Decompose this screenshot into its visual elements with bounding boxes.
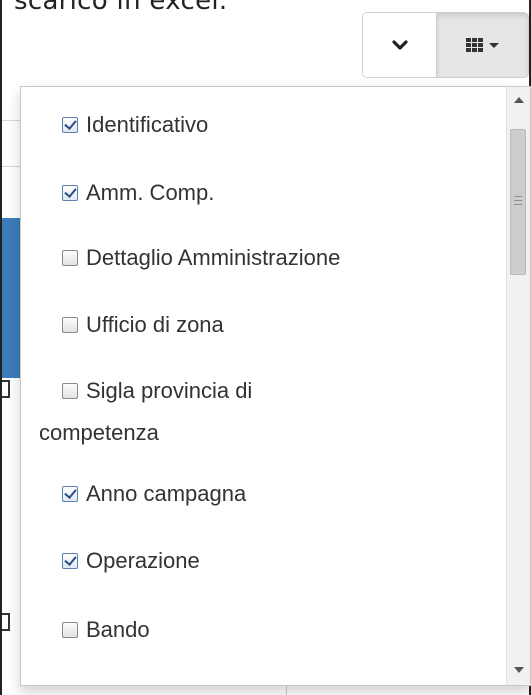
column-option-partial[interactable] [62, 679, 492, 685]
checkbox[interactable] [62, 250, 78, 266]
column-option-label: Amm. Comp. [86, 180, 215, 205]
dropdown-scrollbar[interactable] [506, 87, 530, 685]
column-option-label: Bando [86, 617, 150, 642]
checkbox[interactable] [62, 486, 78, 502]
page-text-fragment: scarico in excel. [14, 0, 228, 16]
column-option-label: Anno campagna [86, 481, 247, 506]
checkbox[interactable] [62, 622, 78, 638]
column-option-identificativo[interactable]: Identificativo [62, 109, 492, 141]
checkbox[interactable] [62, 383, 78, 399]
table-row-divider [2, 120, 20, 121]
checkbox[interactable] [62, 553, 78, 569]
column-option-label: Operazione [86, 548, 200, 573]
column-option-label: Sigla provincia di [86, 378, 253, 403]
checkbox[interactable] [62, 317, 78, 333]
columns-dropdown: Identificativo Amm. Comp. Dettaglio Ammi… [20, 86, 531, 686]
column-option-label-continuation: competenza [39, 420, 159, 445]
columns-button[interactable] [437, 13, 528, 77]
table-cell-fragment [2, 380, 10, 398]
column-option-ufficio-di-zona[interactable]: Ufficio di zona [62, 309, 492, 341]
grip-icon [514, 204, 522, 205]
table-header-accent [2, 218, 20, 378]
column-option-label: Identificativo [86, 112, 209, 137]
scroll-up-arrow-icon[interactable] [514, 97, 524, 103]
table-row-divider [2, 166, 20, 167]
column-option-operazione[interactable]: Operazione [62, 545, 492, 577]
caret-down-icon [489, 42, 499, 48]
toggle-view-button[interactable] [363, 13, 437, 77]
scroll-down-arrow-icon[interactable] [514, 667, 524, 673]
column-option-sigla-provincia[interactable]: Sigla provincia di [62, 375, 492, 407]
scrollbar-thumb[interactable] [510, 129, 526, 275]
grip-icon [514, 200, 522, 201]
column-option-amm-comp[interactable]: Amm. Comp. [62, 177, 492, 209]
column-option-dettaglio-amministrazione[interactable]: Dettaglio Amministrazione [62, 242, 492, 274]
table-toolbar [362, 12, 529, 78]
chevron-down-icon [391, 40, 408, 50]
column-option-label: Dettaglio Amministrazione [86, 245, 341, 270]
column-option-label: Ufficio di zona [86, 312, 224, 337]
column-option-anno-campagna[interactable]: Anno campagna [62, 478, 492, 510]
grid-icon [466, 38, 483, 52]
checkbox[interactable] [62, 185, 78, 201]
table-cell-fragment [2, 613, 10, 631]
grip-icon [514, 196, 522, 197]
column-option-bando[interactable]: Bando [62, 614, 492, 646]
checkbox[interactable] [62, 117, 78, 133]
